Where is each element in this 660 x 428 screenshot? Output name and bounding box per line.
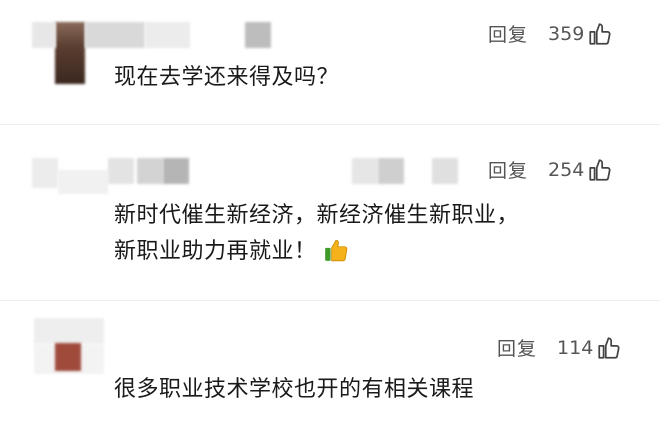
- comment-text: 很多职业技术学校也开的有相关课程: [114, 372, 474, 408]
- comment-line: 很多职业技术学校也开的有相关课程: [114, 377, 475, 402]
- reply-button[interactable]: 回复: [497, 334, 537, 361]
- thumbs-up-outline-icon[interactable]: [596, 335, 622, 361]
- like-count: 114: [557, 336, 594, 359]
- blurred-avatar[interactable]: [55, 343, 81, 371]
- comment-actions: 回复 114: [497, 334, 622, 361]
- comment-item: 回复 114 很多职业技术学校也开的有相关课程: [0, 0, 660, 428]
- blurred-username: [34, 318, 104, 344]
